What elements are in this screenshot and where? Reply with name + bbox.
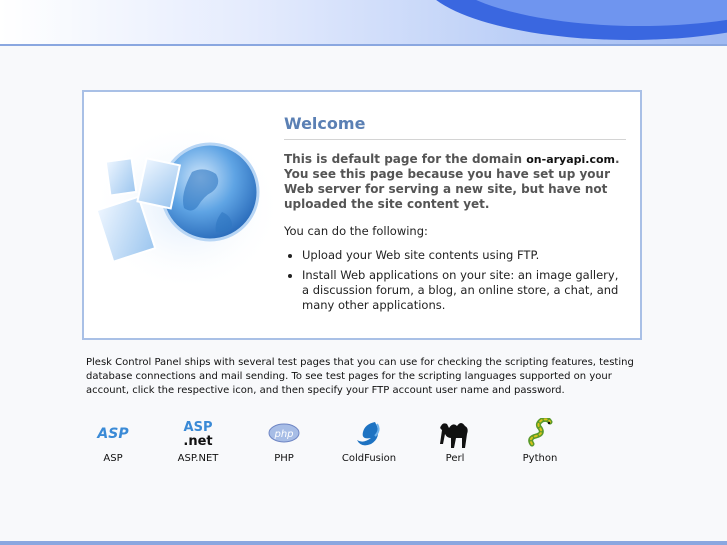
tech-aspnet[interactable]: ASP .net ASP.NET [163, 418, 233, 464]
tech-label: ColdFusion [341, 453, 397, 464]
todo-list: Upload your Web site contents using FTP.… [284, 248, 626, 313]
list-item: Upload your Web site contents using FTP. [302, 248, 626, 263]
svg-text:ASP: ASP [96, 426, 129, 442]
tech-coldfusion[interactable]: ColdFusion [334, 418, 404, 464]
tech-label: Perl [445, 453, 465, 464]
tech-label: PHP [274, 453, 294, 464]
welcome-title: Welcome [284, 114, 626, 140]
globe-documents-icon [92, 122, 282, 292]
coldfusion-icon [357, 422, 380, 446]
perl-camel-icon [440, 423, 468, 448]
tech-label: ASP [103, 453, 123, 464]
tech-perl[interactable]: Perl [420, 418, 490, 464]
aspnet-icon: ASP .net [183, 420, 213, 448]
tech-python[interactable]: Python [505, 418, 575, 464]
php-icon: php [268, 423, 300, 443]
bottom-border [0, 541, 727, 545]
python-snake-icon [528, 418, 553, 447]
intro-prefix: This is default page for the domain [284, 152, 527, 166]
welcome-intro: This is default page for the domain on-a… [284, 152, 626, 212]
tech-asp[interactable]: ASP ASP [78, 418, 148, 464]
svg-text:.net: .net [183, 434, 212, 448]
tech-label: ASP.NET [177, 453, 219, 464]
tech-label: Python [522, 453, 558, 464]
tech-icons: ASP ASP ASP .net ASP.NET php PHP ColdFus… [78, 418, 598, 468]
svg-text:php: php [273, 429, 293, 440]
can-do-label: You can do the following: [284, 224, 428, 238]
welcome-box: Welcome This is default page for the dom… [82, 90, 642, 340]
info-text: Plesk Control Panel ships with several t… [86, 357, 634, 396]
svg-text:ASP: ASP [184, 420, 213, 435]
domain-name: on-aryapi.com [526, 153, 615, 166]
list-item: Install Web applications on your site: a… [302, 268, 626, 313]
tech-php[interactable]: php PHP [249, 418, 319, 464]
top-banner [0, 0, 727, 46]
welcome-content: Welcome This is default page for the dom… [284, 114, 626, 318]
asp-icon: ASP [96, 426, 129, 442]
